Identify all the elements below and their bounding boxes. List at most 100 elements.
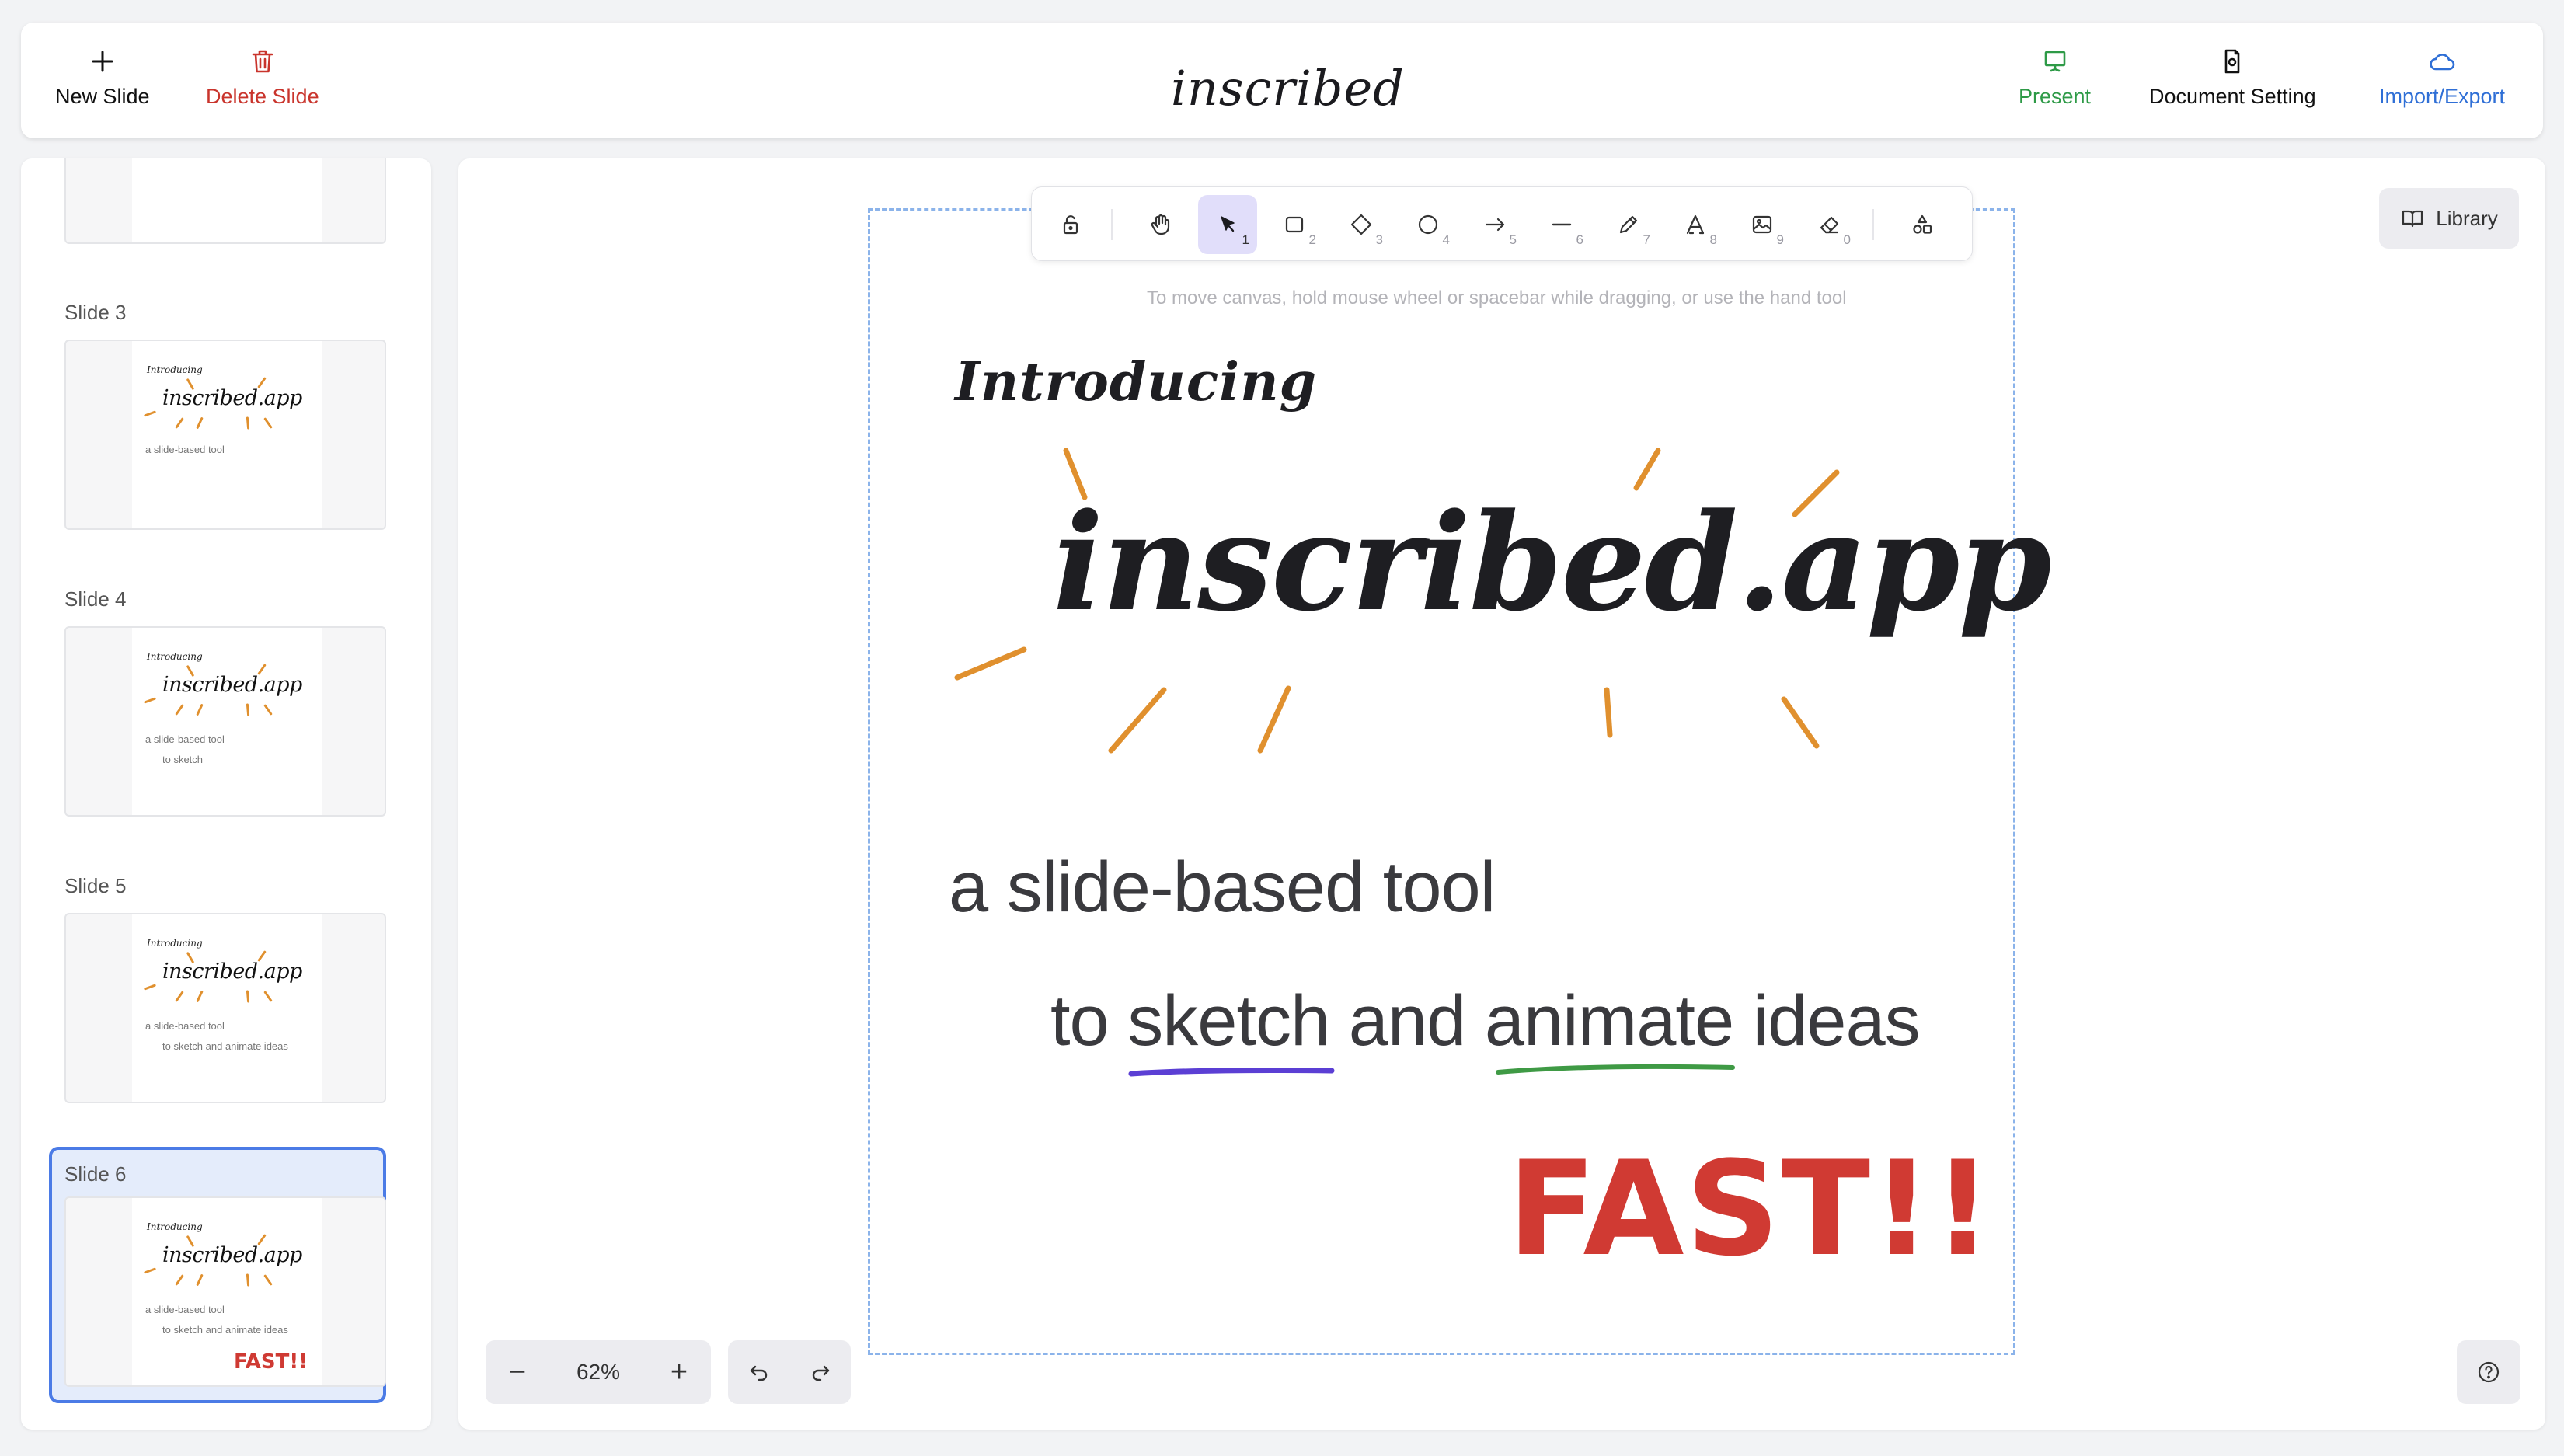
tool-shortcut: 3 [1375,232,1383,247]
image-tool[interactable]: 9 [1733,195,1792,254]
cloud-icon [2430,54,2455,71]
plus-icon [92,51,113,72]
image-icon [1752,215,1772,234]
thumb-subtitle: a slide-based tool [145,1304,225,1315]
slide-preview: Introducing inscribed.app a slide-based … [64,626,386,817]
canvas-hint: To move canvas, hold mouse wheel or spac… [1147,287,1847,308]
help-button[interactable] [2457,1340,2520,1404]
more-shapes-tool[interactable] [1893,195,1952,254]
text-tool[interactable]: 8 [1666,195,1725,254]
tool-shortcut: 1 [1242,232,1249,247]
drawing-toolbar: 1 2 3 4 5 6 7 8 9 0 [1031,186,1973,261]
history-controls [728,1340,851,1404]
word-sketch: sketch [1127,981,1330,1061]
thumb-subtitle: a slide-based tool [145,1020,225,1032]
text-icon [1686,214,1705,235]
slide-subtitle[interactable]: a slide-based tool [949,847,1496,928]
thumb-title: inscribed.app [162,673,302,697]
thumb-intro: Introducing [147,938,203,949]
ellipse-tool[interactable]: 4 [1399,195,1458,254]
thumb-line2: to sketch and animate ideas [162,1040,288,1052]
draw-tool[interactable]: 7 [1599,195,1658,254]
library-label: Library [2436,206,2498,230]
thumb-subtitle: a slide-based tool [145,733,225,745]
slides-sidebar[interactable]: Slide 3 Introducing inscribed.app a slid… [21,158,431,1430]
eraser-icon [1820,216,1839,234]
document-gear-icon [2225,49,2240,74]
slide-item-3[interactable]: Slide 3 Introducing inscribed.app a slid… [49,301,386,534]
present-label: Present [2019,85,2092,108]
thumb-title: inscribed.app [162,960,302,984]
slide-preview [64,158,386,244]
slide-item-6[interactable]: Slide 6 Introducing inscribed.app a slid… [49,1147,386,1403]
arrow-right-icon [1485,218,1505,232]
arrow-tool[interactable]: 5 [1465,195,1524,254]
import-export-label: Import/Export [2379,85,2506,108]
tool-shortcut: 9 [1776,232,1784,247]
toolbar-divider [1872,209,1874,240]
slide-main-title[interactable]: inscribed.app [1053,483,2052,641]
hand-tool[interactable] [1131,195,1190,254]
slide-intro-text[interactable]: Introducing [955,351,1317,413]
slide-item-5[interactable]: Slide 5 Introducing inscribed.app a slid… [49,874,386,1107]
slide-item-4[interactable]: Slide 4 Introducing inscribed.app a slid… [49,587,386,820]
undo-icon [750,1365,767,1381]
slide-label: Slide 5 [64,874,127,897]
zoom-level[interactable]: 62% [549,1340,647,1404]
delete-slide-label: Delete Slide [206,85,319,108]
tool-shortcut: 8 [1709,232,1717,247]
document-setting-label: Document Setting [2149,85,2316,108]
tool-shortcut: 6 [1576,232,1583,247]
thumb-subtitle: a slide-based tool [145,444,225,455]
redo-button[interactable] [789,1340,851,1404]
import-export-button[interactable]: Import/Export [2379,46,2505,109]
present-button[interactable]: Present [2019,46,2091,109]
shapes-icon [1913,214,1932,234]
circle-icon [1418,214,1438,235]
thumb-intro: Introducing [147,651,203,662]
book-icon [2402,210,2423,228]
top-bar: New Slide Delete Slide inscribed Present… [21,23,2543,138]
undo-button[interactable] [728,1340,789,1404]
slide-label: Slide 4 [64,587,127,611]
cursor-arrow-icon [1221,216,1235,232]
slide-label: Slide 6 [64,1162,127,1186]
word-to: to [1050,981,1110,1061]
redo-icon [812,1365,829,1381]
slide-fast-text[interactable]: FAST!! [1507,1133,1994,1285]
thumb-intro: Introducing [147,1221,203,1232]
thumb-title: inscribed.app [162,386,302,410]
tool-shortcut: 4 [1442,232,1450,247]
zoom-in-button[interactable]: + [647,1340,711,1404]
tool-shortcut: 0 [1843,232,1851,247]
thumb-intro: Introducing [147,364,203,375]
slide-preview: Introducing inscribed.app a slide-based … [64,340,386,530]
rectangle-tool[interactable]: 2 [1265,195,1324,254]
thumb-title: inscribed.app [162,1243,302,1267]
zoom-out-button[interactable]: − [486,1340,549,1404]
thumb-line2: to sketch [162,754,204,765]
slide-label: Slide 3 [64,301,127,324]
word-ideas: ideas [1752,981,1921,1061]
slide-preview: Introducing inscribed.app a slide-based … [64,1196,386,1387]
slide-line2[interactable]: to sketch and animate ideas [1050,981,1921,1062]
slide-preview: Introducing inscribed.app a slide-based … [64,913,386,1103]
diamond-tool[interactable]: 3 [1332,195,1391,254]
delete-slide-button[interactable]: Delete Slide [206,46,319,109]
tool-shortcut: 2 [1308,232,1316,247]
trash-icon [252,50,273,73]
word-and: and [1348,981,1466,1061]
library-button[interactable]: Library [2379,188,2519,249]
lock-tool[interactable] [1041,195,1100,254]
new-slide-button[interactable]: New Slide [55,46,150,109]
thumb-line2: to sketch and animate ideas [162,1324,288,1336]
document-setting-button[interactable]: Document Setting [2149,46,2316,109]
thumb-fast: FAST!! [234,1350,308,1374]
line-tool[interactable]: 6 [1532,195,1591,254]
unlock-icon [1063,215,1078,235]
eraser-tool[interactable]: 0 [1799,195,1859,254]
selection-tool[interactable]: 1 [1198,195,1257,254]
toolbar-divider [1111,209,1113,240]
tool-shortcut: 7 [1643,232,1650,247]
app-logo: inscribed [1171,60,1405,117]
